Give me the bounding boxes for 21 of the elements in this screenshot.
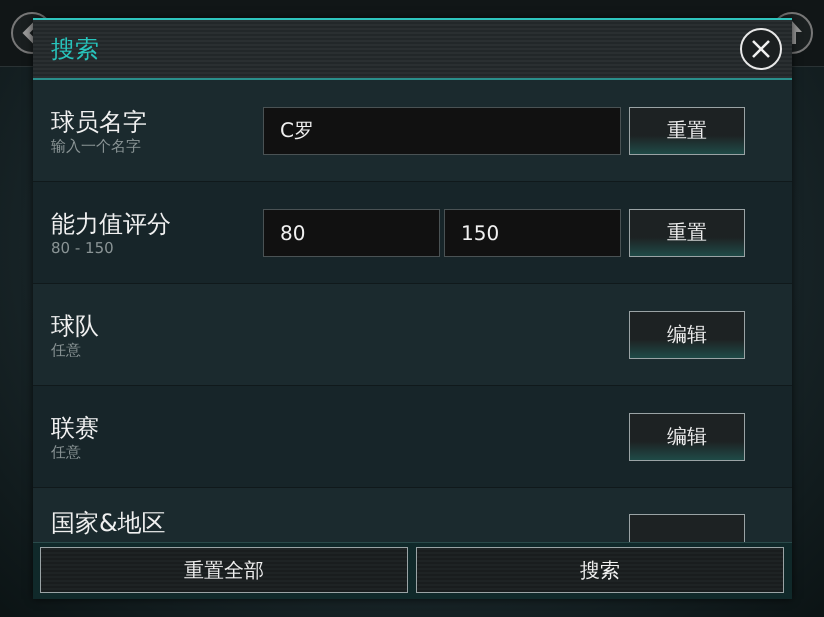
action-button[interactable]: 编辑 <box>629 412 745 460</box>
footer-button[interactable]: 重置全部 <box>40 547 408 593</box>
dialog-title: 搜索 <box>51 34 99 65</box>
field-hint: 任意 <box>51 442 82 460</box>
field-label: 国家&地区 <box>51 508 167 538</box>
input-field[interactable]: 80 <box>263 208 440 256</box>
close-icon <box>750 38 772 60</box>
input-field[interactable]: C罗 <box>263 106 621 154</box>
field-label: 球员名字 <box>51 106 148 136</box>
field-label: 能力值评分 <box>51 208 172 238</box>
field-hint: 80 - 150 <box>51 238 115 256</box>
action-button[interactable]: 重置 <box>629 106 745 154</box>
input-field[interactable]: 150 <box>444 208 621 256</box>
close-button[interactable] <box>740 28 782 70</box>
field-label: 球队 <box>51 310 100 340</box>
action-button[interactable]: 编辑 <box>629 310 745 358</box>
footer-button[interactable]: 搜索 <box>416 547 784 593</box>
action-button[interactable]: 重置 <box>629 208 745 256</box>
field-hint: 输入一个名字 <box>51 136 142 154</box>
field-label: 联赛 <box>51 412 100 442</box>
field-hint: 任意 <box>51 340 82 358</box>
